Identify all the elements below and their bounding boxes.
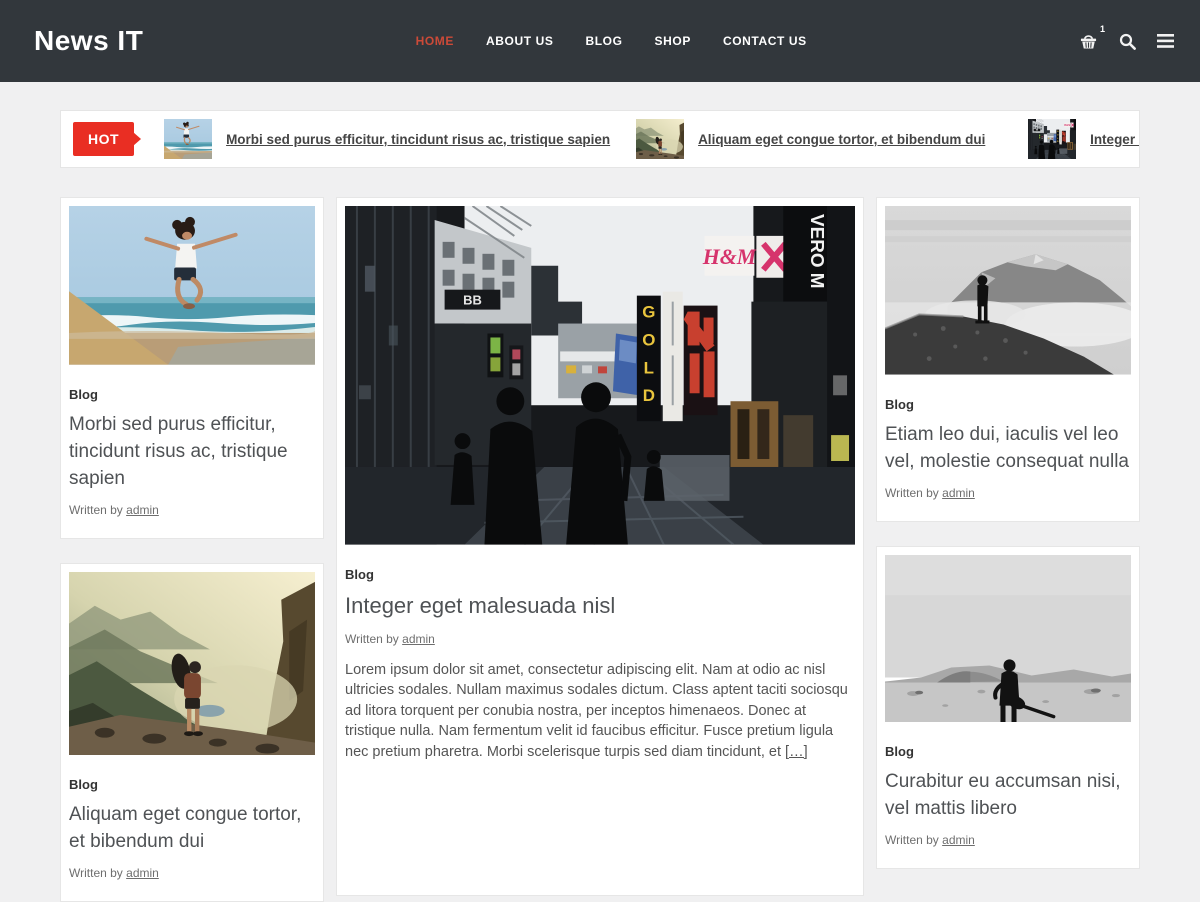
news-it-homepage: News IT Home About us Blog Shop Contact … [0, 0, 1200, 900]
ticker-items: Morbi sed purus efficitur, tincidunt ris… [164, 119, 1139, 159]
main-nav: Home About us Blog Shop Contact us [143, 34, 1079, 48]
post-title[interactable]: Aliquam eget congue tortor, et bibendum … [69, 801, 315, 855]
byline-prefix: Written by [885, 833, 939, 847]
post-category[interactable]: Blog [69, 777, 315, 792]
byline-prefix: Written by [69, 503, 123, 517]
ticker-item: Integer eget malesuada nisl [1028, 119, 1139, 159]
post-byline: Written by admin [885, 833, 1131, 847]
ticker-link[interactable]: Morbi sed purus efficitur, tincidunt ris… [226, 132, 610, 147]
author-link[interactable]: admin [126, 503, 159, 517]
post-category[interactable]: Blog [69, 387, 315, 402]
site-logo[interactable]: News IT [34, 25, 143, 57]
nav-item-contact[interactable]: Contact us [723, 34, 807, 48]
nav-item-blog[interactable]: Blog [585, 34, 622, 48]
cart-button[interactable]: 1 [1079, 32, 1098, 50]
post-card: Blog Etiam leo dui, iaculis vel leo vel,… [876, 197, 1140, 522]
hot-badge: HOT [73, 122, 134, 156]
header-icons: 1 [1079, 32, 1174, 50]
ticker-item: Morbi sed purus efficitur, tincidunt ris… [164, 119, 594, 159]
nav-item-about[interactable]: About us [486, 34, 553, 48]
city-photo[interactable] [345, 206, 855, 545]
desert-photo[interactable] [885, 555, 1131, 723]
read-more-link[interactable]: […] [785, 744, 808, 760]
hiker-photo[interactable] [69, 572, 315, 756]
author-link[interactable]: admin [402, 632, 435, 646]
menu-icon [1157, 34, 1174, 48]
post-card: Blog Curabitur eu accumsan nisi, vel mat… [876, 546, 1140, 870]
byline-prefix: Written by [885, 486, 939, 500]
search-icon [1119, 33, 1136, 50]
cart-count-badge: 1 [1100, 24, 1105, 34]
basket-icon [1079, 32, 1098, 50]
ticker-thumb-hiker[interactable] [636, 119, 684, 159]
post-byline: Written by admin [345, 632, 855, 646]
site-header: News IT Home About us Blog Shop Contact … [0, 0, 1200, 82]
author-link[interactable]: admin [942, 486, 975, 500]
ticker-thumb-city[interactable] [1028, 119, 1076, 159]
post-category[interactable]: Blog [885, 744, 1131, 759]
ticker-item: Aliquam eget congue tortor, et bibendum … [636, 119, 986, 159]
hot-news-ticker: HOT Morbi sed purus efficitur, tincidunt… [60, 110, 1140, 168]
post-title[interactable]: Integer eget malesuada nisl [345, 591, 855, 621]
menu-button[interactable] [1157, 34, 1174, 48]
post-title[interactable]: Morbi sed purus efficitur, tincidunt ris… [69, 411, 315, 492]
featured-post-card: Blog Integer eget malesuada nisl Written… [336, 197, 864, 896]
left-column: Blog Morbi sed purus efficitur, tincidun… [60, 197, 324, 902]
search-button[interactable] [1119, 33, 1136, 50]
beach-photo[interactable] [69, 206, 315, 365]
byline-prefix: Written by [345, 632, 399, 646]
posts-grid: Blog Morbi sed purus efficitur, tincidun… [60, 197, 1140, 902]
author-link[interactable]: admin [942, 833, 975, 847]
post-byline: Written by admin [69, 866, 315, 880]
author-link[interactable]: admin [126, 866, 159, 880]
excerpt-text: Lorem ipsum dolor sit amet, consectetur … [345, 662, 848, 760]
post-excerpt: Lorem ipsum dolor sit amet, consectetur … [345, 660, 855, 763]
ticker-link[interactable]: Integer eget malesuada nisl [1090, 132, 1139, 147]
post-category[interactable]: Blog [345, 567, 855, 582]
ticker-link[interactable]: Aliquam eget congue tortor, et bibendum … [698, 132, 985, 147]
post-card: Blog Aliquam eget congue tortor, et bibe… [60, 563, 324, 902]
nav-item-shop[interactable]: Shop [655, 34, 691, 48]
post-card: Blog Morbi sed purus efficitur, tincidun… [60, 197, 324, 539]
post-byline: Written by admin [885, 486, 1131, 500]
right-column: Blog Etiam leo dui, iaculis vel leo vel,… [876, 197, 1140, 869]
post-category[interactable]: Blog [885, 397, 1131, 412]
post-title[interactable]: Curabitur eu accumsan nisi, vel mattis l… [885, 768, 1131, 822]
mountain-photo[interactable] [885, 206, 1131, 375]
post-byline: Written by admin [69, 503, 315, 517]
post-title[interactable]: Etiam leo dui, iaculis vel leo vel, mole… [885, 421, 1131, 475]
ticker-thumb-beach[interactable] [164, 119, 212, 159]
center-column: Blog Integer eget malesuada nisl Written… [336, 197, 864, 896]
nav-item-home[interactable]: Home [416, 34, 454, 48]
byline-prefix: Written by [69, 866, 123, 880]
